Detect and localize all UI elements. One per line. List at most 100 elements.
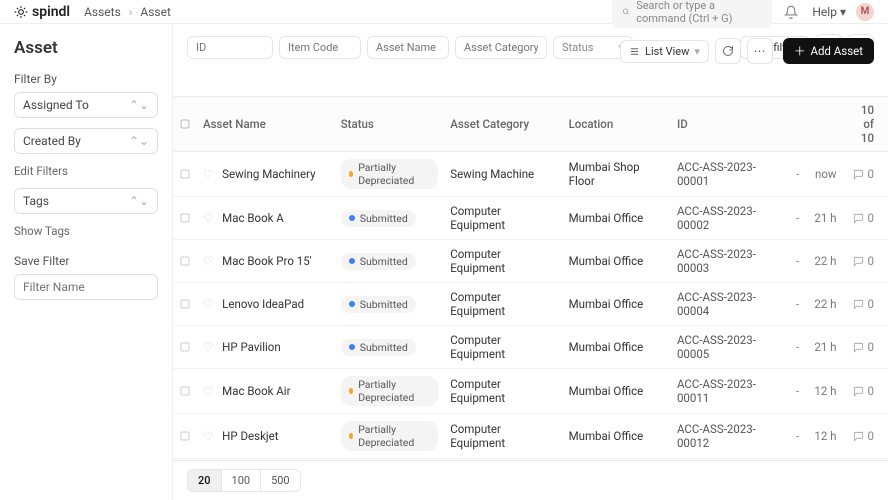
cell-dash: - — [789, 283, 807, 326]
filter-id-input[interactable] — [187, 36, 273, 59]
cell-id: ACC-ASS-2023-00001 — [671, 152, 789, 197]
heart-icon[interactable]: ♡ — [203, 429, 213, 443]
table-row[interactable]: ♡ Mac Book Air Partially Depreciated Com… — [173, 369, 888, 414]
cell-asset-name: ♡ HP Deskjet — [197, 414, 335, 459]
checkbox-icon — [179, 255, 191, 267]
cell-location: Mumbai Office — [563, 283, 671, 326]
cell-category: Computer Equipment — [444, 459, 562, 461]
refresh-button[interactable] — [715, 38, 741, 64]
app-logo[interactable]: spindl — [14, 4, 70, 20]
status-dot-icon — [349, 258, 355, 264]
page-size-option[interactable]: 20 — [188, 470, 222, 491]
page-size-option[interactable]: 500 — [261, 470, 300, 491]
asset-table: Asset Name Status Asset Category Locatio… — [173, 96, 888, 460]
comment-icon — [853, 213, 864, 224]
created-by-label: Created By — [23, 134, 81, 148]
row-checkbox[interactable] — [173, 414, 197, 459]
heart-icon[interactable]: ♡ — [203, 340, 213, 354]
cell-age: 22 h — [807, 283, 847, 326]
checkbox-icon — [179, 212, 191, 224]
comment-count: 0 — [868, 254, 874, 268]
header-location[interactable]: Location — [563, 97, 671, 152]
more-menu-button[interactable]: ⋯ — [747, 38, 773, 64]
table-row[interactable]: ♡ Mac Book Pro 15' Submitted Computer Eq… — [173, 240, 888, 283]
heart-icon[interactable]: ♡ — [203, 297, 213, 311]
filter-asset-category-input[interactable] — [455, 36, 547, 59]
checkbox-icon — [179, 168, 191, 180]
cell-asset-name: ♡ Lenovo IdeaPad — [197, 283, 335, 326]
help-menu[interactable]: Help ▾ — [812, 5, 846, 19]
table-footer: 20100500 — [173, 460, 888, 500]
breadcrumbs: Assets › Asset — [84, 5, 171, 19]
cell-dash: - — [789, 152, 807, 197]
table-row[interactable]: ♡ HP Deskjet Sold Computer Equipment Mum… — [173, 459, 888, 461]
heart-icon[interactable]: ♡ — [203, 254, 213, 268]
breadcrumb-asset[interactable]: Asset — [140, 5, 171, 19]
page-size-selector: 20100500 — [187, 469, 301, 492]
cell-id: ACC-ASS-2023-00013 — [671, 459, 789, 461]
created-by-select[interactable]: Created By ⌃⌄ — [14, 128, 158, 154]
filter-item-code-input[interactable] — [279, 36, 361, 59]
add-asset-button[interactable]: ＋ Add Asset — [783, 38, 874, 64]
user-avatar[interactable]: M — [856, 3, 874, 21]
checkbox-icon — [179, 385, 191, 397]
table-row[interactable]: ♡ HP Deskjet Partially Depreciated Compu… — [173, 414, 888, 459]
row-checkbox[interactable] — [173, 369, 197, 414]
checkbox-icon — [179, 298, 191, 310]
asset-name-text: Mac Book Air — [222, 384, 290, 398]
row-checkbox[interactable] — [173, 240, 197, 283]
search-placeholder: Search or type a command (Ctrl + G) — [636, 0, 762, 25]
row-checkbox[interactable] — [173, 152, 197, 197]
notifications-icon[interactable] — [784, 5, 798, 19]
chevron-updown-icon: ⌃⌄ — [129, 134, 149, 148]
cell-id: ACC-ASS-2023-00003 — [671, 240, 789, 283]
cell-dash: - — [789, 414, 807, 459]
select-all-checkbox[interactable] — [173, 97, 197, 152]
filter-asset-name-input[interactable] — [367, 36, 449, 59]
status-text: Submitted — [360, 341, 408, 354]
table-row[interactable]: ♡ Sewing Machinery Partially Depreciated… — [173, 152, 888, 197]
filter-name-input[interactable] — [14, 274, 158, 300]
header-id[interactable]: ID — [671, 97, 789, 152]
row-checkbox[interactable] — [173, 283, 197, 326]
chevron-updown-icon: ⌃⌄ — [129, 98, 149, 112]
list-view-select[interactable]: List View ▾ — [620, 40, 709, 63]
table-header-row: Asset Name Status Asset Category Locatio… — [173, 97, 888, 152]
cell-id: ACC-ASS-2023-00012 — [671, 414, 789, 459]
tags-select[interactable]: Tags ⌃⌄ — [14, 188, 158, 214]
header-asset-category[interactable]: Asset Category — [444, 97, 562, 152]
status-pill: Submitted — [341, 296, 416, 313]
assigned-to-select[interactable]: Assigned To ⌃⌄ — [14, 92, 158, 118]
plus-icon: ＋ — [794, 43, 806, 59]
cell-location: Mumbai Office — [563, 326, 671, 369]
cell-comments: 0 — [847, 414, 888, 459]
table-row[interactable]: ♡ Mac Book A Submitted Computer Equipmen… — [173, 197, 888, 240]
cell-asset-name: ♡ Mac Book Air — [197, 369, 335, 414]
row-checkbox[interactable] — [173, 326, 197, 369]
cell-dash: - — [789, 326, 807, 369]
page-size-option[interactable]: 100 — [222, 470, 262, 491]
heart-icon[interactable]: ♡ — [203, 167, 213, 181]
show-tags-link[interactable]: Show Tags — [14, 224, 158, 238]
header-asset-name[interactable]: Asset Name — [197, 97, 335, 152]
heart-icon[interactable]: ♡ — [203, 384, 213, 398]
chevron-right-icon: › — [129, 5, 133, 19]
header-status[interactable]: Status — [335, 97, 445, 152]
asset-name-text: Mac Book A — [222, 211, 284, 225]
comment-icon — [853, 342, 864, 353]
checkbox-icon — [179, 430, 191, 442]
table-row[interactable]: ♡ Lenovo IdeaPad Submitted Computer Equi… — [173, 283, 888, 326]
breadcrumb-assets[interactable]: Assets — [84, 5, 121, 19]
cell-category: Computer Equipment — [444, 283, 562, 326]
table-row[interactable]: ♡ HP Pavilion Submitted Computer Equipme… — [173, 326, 888, 369]
cell-id: ACC-ASS-2023-00002 — [671, 197, 789, 240]
cell-location: Mumbai Office — [563, 240, 671, 283]
asset-name-text: Mac Book Pro 15' — [222, 254, 312, 268]
row-checkbox[interactable] — [173, 197, 197, 240]
cell-location: Mumbai Office — [563, 459, 671, 461]
filter-by-label: Filter By — [14, 72, 158, 86]
edit-filters-link[interactable]: Edit Filters — [14, 164, 158, 178]
row-checkbox[interactable] — [173, 459, 197, 461]
heart-icon[interactable]: ♡ — [203, 211, 213, 225]
status-text: Partially Depreciated — [358, 161, 430, 187]
